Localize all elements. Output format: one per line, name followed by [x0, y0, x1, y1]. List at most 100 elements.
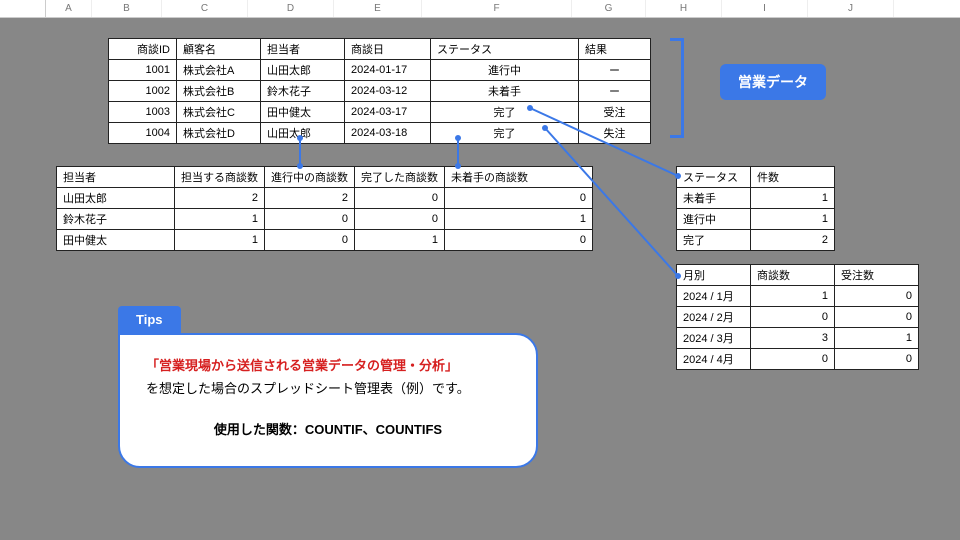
cell[interactable]: 1003	[109, 102, 177, 123]
cell[interactable]: 1	[751, 286, 835, 307]
tips-functions: 使用した関数：COUNTIF、COUNTIFS	[146, 419, 510, 438]
table-header-row: ステータス 件数	[677, 167, 835, 188]
col-letter: H	[646, 0, 722, 17]
col-header: 商談数	[751, 265, 835, 286]
col-header: 担当者	[261, 39, 345, 60]
cell[interactable]: 0	[835, 349, 919, 370]
cell[interactable]: 1	[355, 230, 445, 251]
cell[interactable]: 0	[445, 188, 593, 209]
col-letter: E	[334, 0, 422, 17]
cell[interactable]: 2	[175, 188, 265, 209]
col-letter: G	[572, 0, 646, 17]
bracket-icon	[670, 38, 684, 138]
cell[interactable]: 1	[445, 209, 593, 230]
cell[interactable]: 1	[835, 328, 919, 349]
table-row[interactable]: 1002 株式会社B 鈴木花子 2024-03-12 未着手 ー	[109, 81, 651, 102]
cell[interactable]: ー	[579, 81, 651, 102]
table-row[interactable]: 2024 / 4月 0 0	[677, 349, 919, 370]
cell[interactable]: 進行中	[677, 209, 751, 230]
table-row[interactable]: 1004 株式会社D 山田太郎 2024-03-18 完了 失注	[109, 123, 651, 144]
col-header: ステータス	[677, 167, 751, 188]
cell[interactable]: 0	[355, 188, 445, 209]
sheet-area: 商談ID 顧客名 担当者 商談日 ステータス 結果 1001 株式会社A 山田太…	[0, 18, 960, 540]
table-row[interactable]: 未着手 1	[677, 188, 835, 209]
cell[interactable]: 進行中	[431, 60, 579, 81]
cell[interactable]: 完了	[677, 230, 751, 251]
cell[interactable]: 1002	[109, 81, 177, 102]
cell[interactable]: 0	[751, 307, 835, 328]
table-header-row: 担当者 担当する商談数 進行中の商談数 完了した商談数 未着手の商談数	[57, 167, 593, 188]
cell[interactable]: ー	[579, 60, 651, 81]
cell[interactable]: 完了	[431, 123, 579, 144]
cell[interactable]: 1	[175, 230, 265, 251]
cell[interactable]: 鈴木花子	[261, 81, 345, 102]
col-header: 顧客名	[177, 39, 261, 60]
bystatus-table[interactable]: ステータス 件数 未着手 1 進行中 1 完了 2	[676, 166, 835, 251]
cell[interactable]: 1001	[109, 60, 177, 81]
sales-table[interactable]: 商談ID 顧客名 担当者 商談日 ステータス 結果 1001 株式会社A 山田太…	[108, 38, 651, 144]
table-row[interactable]: 1003 株式会社C 田中健太 2024-03-17 完了 受注	[109, 102, 651, 123]
cell[interactable]: 2024-03-12	[345, 81, 431, 102]
cell[interactable]: 未着手	[677, 188, 751, 209]
col-letter: B	[92, 0, 162, 17]
cell[interactable]: 2024 / 4月	[677, 349, 751, 370]
cell[interactable]: 0	[355, 209, 445, 230]
cell[interactable]: 田中健太	[57, 230, 175, 251]
cell[interactable]: 株式会社B	[177, 81, 261, 102]
table-row[interactable]: 鈴木花子 1 0 0 1	[57, 209, 593, 230]
table-header-row: 商談ID 顧客名 担当者 商談日 ステータス 結果	[109, 39, 651, 60]
cell[interactable]: 完了	[431, 102, 579, 123]
col-header: 結果	[579, 39, 651, 60]
table-row[interactable]: 田中健太 1 0 1 0	[57, 230, 593, 251]
table-row[interactable]: 2024 / 2月 0 0	[677, 307, 919, 328]
cell[interactable]: 株式会社D	[177, 123, 261, 144]
bymonth-table[interactable]: 月別 商談数 受注数 2024 / 1月 1 0 2024 / 2月 0 0 2…	[676, 264, 919, 370]
cell[interactable]: 2	[265, 188, 355, 209]
tips-line-2: を想定した場合のスプレッドシート管理表（例）です。	[146, 378, 510, 397]
cell[interactable]: 0	[835, 307, 919, 328]
cell[interactable]: 0	[751, 349, 835, 370]
cell[interactable]: 0	[265, 209, 355, 230]
cell[interactable]: 2024-03-18	[345, 123, 431, 144]
tips-note: Tips 「営業現場から送信される営業データの管理・分析」 を想定した場合のスプ…	[118, 306, 538, 468]
cell[interactable]: 田中健太	[261, 102, 345, 123]
cell[interactable]: 失注	[579, 123, 651, 144]
tips-tab: Tips	[118, 306, 181, 333]
cell[interactable]: 株式会社C	[177, 102, 261, 123]
cell[interactable]: 受注	[579, 102, 651, 123]
table-row[interactable]: 1001 株式会社A 山田太郎 2024-01-17 進行中 ー	[109, 60, 651, 81]
cell[interactable]: 2024-01-17	[345, 60, 431, 81]
cell[interactable]: 1	[751, 188, 835, 209]
cell[interactable]: 山田太郎	[261, 123, 345, 144]
cell[interactable]: 3	[751, 328, 835, 349]
col-header: 商談ID	[109, 39, 177, 60]
col-header: 完了した商談数	[355, 167, 445, 188]
table-row[interactable]: 進行中 1	[677, 209, 835, 230]
table-row[interactable]: 完了 2	[677, 230, 835, 251]
cell[interactable]: 株式会社A	[177, 60, 261, 81]
cell[interactable]: 2024 / 3月	[677, 328, 751, 349]
table-row[interactable]: 2024 / 3月 3 1	[677, 328, 919, 349]
cell[interactable]: 0	[445, 230, 593, 251]
col-letter: A	[46, 0, 92, 17]
cell[interactable]: 0	[835, 286, 919, 307]
cell[interactable]: 鈴木花子	[57, 209, 175, 230]
cell[interactable]: 0	[265, 230, 355, 251]
table-row[interactable]: 2024 / 1月 1 0	[677, 286, 919, 307]
sales-data-badge: 営業データ	[720, 64, 826, 100]
cell[interactable]: 1	[751, 209, 835, 230]
col-letter: C	[162, 0, 248, 17]
cell[interactable]: 未着手	[431, 81, 579, 102]
byrep-table[interactable]: 担当者 担当する商談数 進行中の商談数 完了した商談数 未着手の商談数 山田太郎…	[56, 166, 593, 251]
table-row[interactable]: 山田太郎 2 2 0 0	[57, 188, 593, 209]
bymonth-table-wrap: 月別 商談数 受注数 2024 / 1月 1 0 2024 / 2月 0 0 2…	[676, 264, 919, 370]
cell[interactable]: 山田太郎	[57, 188, 175, 209]
corner-cell	[0, 0, 46, 17]
cell[interactable]: 2024 / 2月	[677, 307, 751, 328]
cell[interactable]: 山田太郎	[261, 60, 345, 81]
cell[interactable]: 1	[175, 209, 265, 230]
cell[interactable]: 2024 / 1月	[677, 286, 751, 307]
cell[interactable]: 2	[751, 230, 835, 251]
cell[interactable]: 2024-03-17	[345, 102, 431, 123]
cell[interactable]: 1004	[109, 123, 177, 144]
